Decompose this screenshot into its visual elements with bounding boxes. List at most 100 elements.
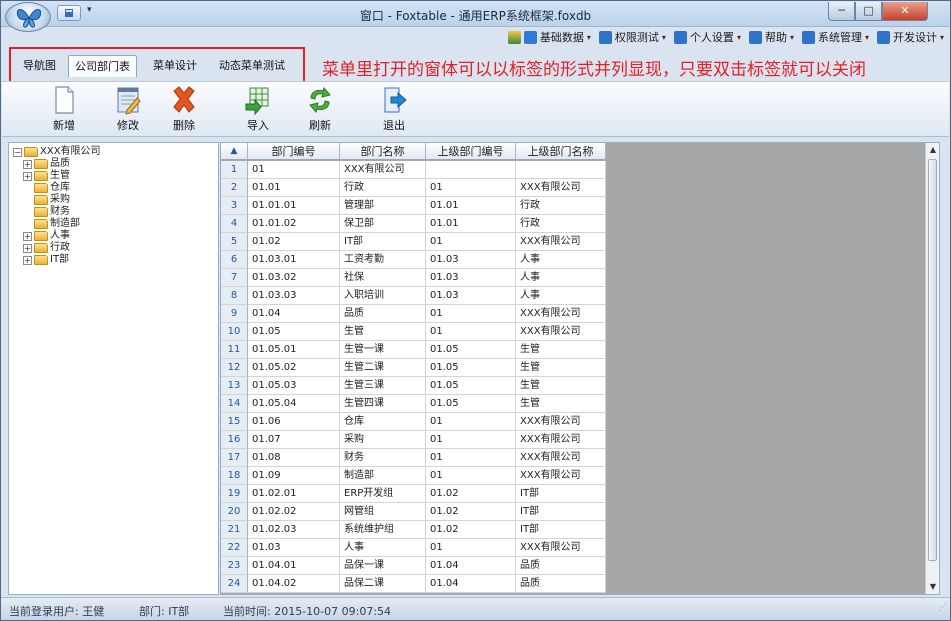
delete-button[interactable]: 删除 bbox=[164, 84, 204, 136]
row-number[interactable]: 16 bbox=[221, 431, 248, 449]
edit-button[interactable]: 修改 bbox=[108, 84, 148, 136]
table-cell[interactable]: 01.01.01 bbox=[248, 197, 340, 215]
table-row[interactable]: 10 01.05 生管 01 XXX有限公司 bbox=[221, 323, 606, 341]
table-cell[interactable]: 01.04.02 bbox=[248, 575, 340, 593]
table-row[interactable]: 7 01.03.02 社保 01.03 人事 bbox=[221, 269, 606, 287]
row-number[interactable]: 4 bbox=[221, 215, 248, 233]
table-cell[interactable]: 01.05 bbox=[426, 395, 516, 413]
table-row[interactable]: 15 01.06 仓库 01 XXX有限公司 bbox=[221, 413, 606, 431]
table-row[interactable]: 22 01.03 人事 01 XXX有限公司 bbox=[221, 539, 606, 557]
table-cell[interactable]: XXX有限公司 bbox=[516, 539, 606, 557]
scroll-thumb[interactable] bbox=[928, 159, 937, 561]
table-cell[interactable]: 制造部 bbox=[340, 467, 426, 485]
import-button[interactable]: 导入 bbox=[238, 84, 278, 136]
table-cell[interactable]: IT部 bbox=[516, 521, 606, 539]
table-cell[interactable]: IT部 bbox=[516, 503, 606, 521]
table-row[interactable]: 21 01.02.03 系统维护组 01.02 IT部 bbox=[221, 521, 606, 539]
table-cell[interactable]: 人事 bbox=[516, 251, 606, 269]
scroll-down-icon[interactable]: ▼ bbox=[926, 580, 939, 594]
table-cell[interactable]: 01.03 bbox=[426, 251, 516, 269]
table-cell[interactable]: 人事 bbox=[516, 269, 606, 287]
table-row[interactable]: 8 01.03.03 入职培训 01.03 人事 bbox=[221, 287, 606, 305]
menu-personal-settings[interactable]: 个人设置 ▾ bbox=[673, 29, 741, 45]
row-number[interactable]: 14 bbox=[221, 395, 248, 413]
tree-node[interactable]: + IT部 bbox=[23, 254, 69, 266]
table-cell[interactable]: XXX有限公司 bbox=[516, 413, 606, 431]
table-cell[interactable]: 财务 bbox=[340, 449, 426, 467]
table-cell[interactable]: 01.09 bbox=[248, 467, 340, 485]
table-cell[interactable]: 01.04 bbox=[248, 305, 340, 323]
menu-help[interactable]: 帮助 ▾ bbox=[748, 29, 794, 45]
table-cell[interactable]: 01.04 bbox=[426, 557, 516, 575]
table-row[interactable]: 23 01.04.01 品保一课 01.04 品质 bbox=[221, 557, 606, 575]
table-cell[interactable]: 01 bbox=[426, 179, 516, 197]
table-cell[interactable]: 生管四课 bbox=[340, 395, 426, 413]
table-cell[interactable]: 01.05 bbox=[426, 377, 516, 395]
table-cell[interactable]: 01.05.04 bbox=[248, 395, 340, 413]
row-number[interactable]: 10 bbox=[221, 323, 248, 341]
menu-permission-test[interactable]: 权限测试 ▾ bbox=[598, 29, 666, 45]
table-cell[interactable]: 01.05.01 bbox=[248, 341, 340, 359]
table-row[interactable]: 9 01.04 品质 01 XXX有限公司 bbox=[221, 305, 606, 323]
column-header[interactable]: 上级部门名称 bbox=[516, 143, 606, 160]
table-cell[interactable]: 01.01 bbox=[426, 197, 516, 215]
table-cell[interactable]: XXX有限公司 bbox=[516, 179, 606, 197]
row-number[interactable]: 18 bbox=[221, 467, 248, 485]
table-row[interactable]: 12 01.05.02 生管二课 01.05 生管 bbox=[221, 359, 606, 377]
collapse-icon[interactable]: − bbox=[13, 147, 22, 157]
table-cell[interactable]: 采购 bbox=[340, 431, 426, 449]
row-number[interactable]: 2 bbox=[221, 179, 248, 197]
table-cell[interactable]: 生管 bbox=[516, 359, 606, 377]
table-cell[interactable]: 网管组 bbox=[340, 503, 426, 521]
table-cell[interactable]: 01.03 bbox=[426, 269, 516, 287]
table-row[interactable]: 13 01.05.03 生管三课 01.05 生管 bbox=[221, 377, 606, 395]
row-number[interactable]: 19 bbox=[221, 485, 248, 503]
row-number[interactable]: 22 bbox=[221, 539, 248, 557]
row-number[interactable]: 12 bbox=[221, 359, 248, 377]
tree-node[interactable]: 仓库 bbox=[23, 182, 70, 194]
tab-dynamic-menu-test[interactable]: 动态菜单测试 bbox=[213, 55, 291, 77]
table-cell[interactable]: 01.04 bbox=[426, 575, 516, 593]
tree-node[interactable]: 财务 bbox=[23, 206, 70, 218]
row-number[interactable]: 7 bbox=[221, 269, 248, 287]
table-cell[interactable]: 生管 bbox=[340, 323, 426, 341]
row-number[interactable]: 15 bbox=[221, 413, 248, 431]
table-row[interactable]: 16 01.07 采购 01 XXX有限公司 bbox=[221, 431, 606, 449]
table-cell[interactable]: 01.01 bbox=[426, 215, 516, 233]
table-cell[interactable]: 01 bbox=[426, 233, 516, 251]
minimize-button[interactable]: ─ bbox=[828, 2, 855, 21]
table-cell[interactable]: 01.05.02 bbox=[248, 359, 340, 377]
table-cell[interactable]: 生管三课 bbox=[340, 377, 426, 395]
table-cell[interactable]: IT部 bbox=[516, 485, 606, 503]
table-row[interactable]: 6 01.03.01 工资考勤 01.03 人事 bbox=[221, 251, 606, 269]
table-cell[interactable]: 01.02 bbox=[426, 503, 516, 521]
table-cell[interactable]: 01 bbox=[426, 323, 516, 341]
row-number[interactable]: 8 bbox=[221, 287, 248, 305]
row-number[interactable]: 17 bbox=[221, 449, 248, 467]
app-menu-button[interactable] bbox=[5, 2, 51, 32]
table-cell[interactable]: 社保 bbox=[340, 269, 426, 287]
table-row[interactable]: 2 01.01 行政 01 XXX有限公司 bbox=[221, 179, 606, 197]
table-cell[interactable]: 01.06 bbox=[248, 413, 340, 431]
vertical-scrollbar[interactable]: ▲ ▼ bbox=[925, 143, 939, 594]
table-row[interactable]: 19 01.02.01 ERP开发组 01.02 IT部 bbox=[221, 485, 606, 503]
expand-icon[interactable]: + bbox=[23, 159, 32, 169]
table-cell[interactable]: 人事 bbox=[516, 287, 606, 305]
table-cell[interactable]: XXX有限公司 bbox=[516, 467, 606, 485]
tree-node[interactable]: 采购 bbox=[23, 194, 70, 206]
row-number[interactable]: 20 bbox=[221, 503, 248, 521]
tab-navigation[interactable]: 导航图 bbox=[17, 55, 62, 77]
table-cell[interactable]: XXX有限公司 bbox=[516, 323, 606, 341]
table-cell[interactable]: 01.05.03 bbox=[248, 377, 340, 395]
table-cell[interactable]: 生管一课 bbox=[340, 341, 426, 359]
table-cell[interactable]: 01.02 bbox=[426, 521, 516, 539]
table-cell[interactable]: 管理部 bbox=[340, 197, 426, 215]
table-cell[interactable]: XXX有限公司 bbox=[516, 305, 606, 323]
row-number[interactable]: 3 bbox=[221, 197, 248, 215]
column-header[interactable]: 上级部门编号 bbox=[426, 143, 516, 160]
table-cell[interactable]: 01 bbox=[426, 305, 516, 323]
table-row[interactable]: 11 01.05.01 生管一课 01.05 生管 bbox=[221, 341, 606, 359]
table-cell[interactable] bbox=[426, 161, 516, 179]
table-cell[interactable]: ERP开发组 bbox=[340, 485, 426, 503]
table-row[interactable]: 24 01.04.02 品保二课 01.04 品质 bbox=[221, 575, 606, 593]
